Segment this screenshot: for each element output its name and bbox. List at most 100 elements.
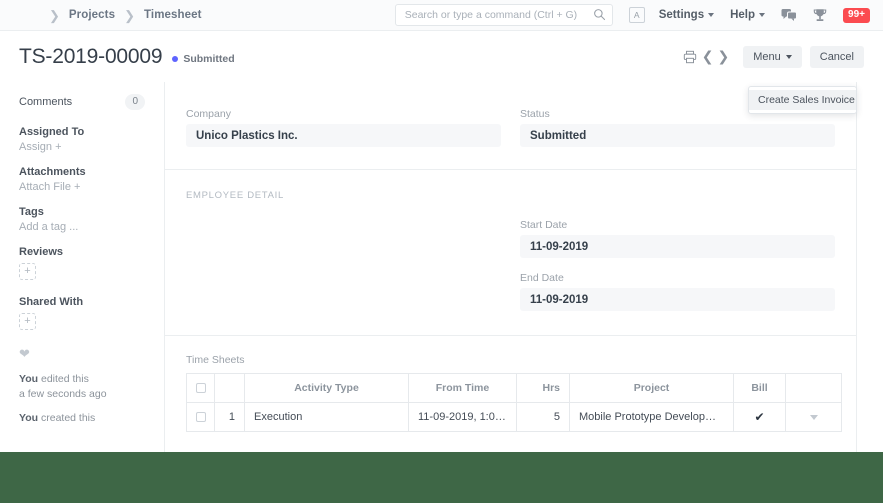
top-navbar: ❯ Projects ❯ Timesheet A Settings Hel	[0, 0, 883, 31]
table-row[interactable]: 1 Execution 11-09-2019, 1:08 p... 5 Mobi…	[186, 402, 842, 432]
employee-left-column	[186, 219, 501, 311]
time-sheets-table: Activity Type From Time Hrs Project Bill	[186, 373, 842, 432]
notification-badge[interactable]: 99+	[843, 7, 870, 23]
sidebar-tags-label: Tags	[19, 206, 44, 218]
search-input[interactable]	[394, 4, 613, 26]
sidebar-section-comments[interactable]: Comments 0	[19, 94, 164, 110]
chevron-down-icon	[759, 13, 766, 17]
row-activity-type[interactable]: Execution	[244, 402, 409, 432]
header-project: Project	[569, 373, 734, 403]
sidebar-assigned-to-label: Assigned To	[19, 126, 85, 138]
activity-text: created this	[38, 412, 96, 425]
add-tag-input[interactable]: Add a tag ...	[19, 221, 164, 233]
row-checkbox-cell[interactable]	[186, 402, 215, 432]
sidebar-attachments-label: Attachments	[19, 166, 86, 178]
prev-document-button[interactable]: ❮	[700, 50, 716, 64]
breadcrumb-item-timesheet[interactable]: Timesheet	[144, 9, 202, 21]
nav-settings-label: Settings	[658, 9, 705, 21]
end-date-label: End Date	[520, 272, 564, 284]
status-label: Submitted	[183, 52, 235, 65]
employee-right-column: Start Date 11-09-2019 End Date 11-09-201…	[520, 219, 835, 311]
menu-item-create-sales-invoice[interactable]: Create Sales Invoice	[749, 90, 856, 110]
checkbox-icon[interactable]	[195, 412, 206, 423]
add-review-button[interactable]: +	[19, 263, 36, 280]
add-shared-user-button[interactable]: +	[19, 313, 36, 330]
sidebar-reviews-label: Reviews	[19, 246, 64, 258]
status-badge: Submitted	[172, 52, 235, 65]
breadcrumb-chevron-icon: ❯	[124, 7, 135, 23]
page-title: TS-2019-00009	[19, 44, 163, 68]
chat-button[interactable]	[781, 8, 798, 22]
sidebar-comments-label: Comments	[19, 96, 73, 108]
company-value[interactable]: Unico Plastics Inc.	[186, 124, 501, 147]
form-main: Company Unico Plastics Inc. Status Submi…	[165, 82, 857, 452]
header-index	[214, 373, 245, 403]
heart-icon[interactable]: ❤	[19, 346, 164, 362]
section-employee-detail: EMPLOYEE DETAIL Start Date 11-09-2019 En…	[165, 170, 856, 336]
field-end-date: End Date 11-09-2019	[520, 272, 835, 311]
activity-time: a few seconds ago	[19, 388, 107, 401]
field-start-date: Start Date 11-09-2019	[520, 219, 835, 258]
search-container	[394, 4, 613, 26]
sidebar-section-shared-with: Shared With +	[19, 296, 164, 330]
header-bill: Bill	[733, 373, 786, 403]
body-area: Comments 0 Assigned To Assign + Attachme…	[0, 82, 883, 452]
printer-icon	[683, 50, 696, 63]
header-hrs: Hrs	[516, 373, 570, 403]
section-time-sheets: Time Sheets Activity Type From Time Hrs …	[165, 336, 856, 448]
sidebar-shared-with-label: Shared With	[19, 296, 84, 308]
chat-icon	[781, 9, 798, 21]
document-sidebar: Comments 0 Assigned To Assign + Attachme…	[0, 82, 165, 452]
title-group: TS-2019-00009 Submitted	[0, 45, 235, 69]
titlebar-actions: ❮ ❯ Menu Cancel	[680, 45, 883, 68]
nav-help[interactable]: Help	[730, 9, 766, 21]
check-icon: ✔	[754, 410, 765, 424]
status-dot-icon	[172, 55, 179, 62]
navbar-right-group: A Settings Help	[394, 4, 883, 26]
chevron-down-icon[interactable]	[809, 415, 818, 420]
menu-dropdown: Create Sales Invoice	[748, 86, 857, 114]
row-project[interactable]: Mobile Prototype Development	[569, 402, 734, 432]
assign-button[interactable]: Assign +	[19, 141, 164, 153]
trophy-button[interactable]	[813, 8, 827, 23]
sidebar-comments-count: 0	[125, 94, 145, 110]
breadcrumb-chevron-icon: ❯	[49, 7, 60, 23]
right-gutter	[857, 82, 883, 452]
nav-help-label: Help	[730, 9, 756, 21]
row-expand-cell[interactable]	[785, 402, 842, 432]
row-hrs[interactable]: 5	[516, 402, 570, 432]
avatar[interactable]: A	[628, 7, 645, 23]
sidebar-section-attachments: Attachments Attach File +	[19, 166, 164, 193]
activity-text: edited this	[38, 373, 89, 385]
end-date-value[interactable]: 11-09-2019	[520, 288, 835, 311]
activity-actor: You	[19, 373, 39, 385]
attach-file-button[interactable]: Attach File +	[19, 181, 164, 193]
document-titlebar: TS-2019-00009 Submitted ❮ ❯ Menu Cancel	[0, 31, 883, 82]
activity-actor: You	[19, 412, 39, 425]
avatar-initial: A	[633, 10, 640, 20]
activity-item-created: You created this	[19, 411, 164, 426]
breadcrumb-item-projects[interactable]: Projects	[69, 9, 115, 21]
breadcrumb: ❯ Projects ❯ Timesheet	[0, 9, 202, 22]
start-date-value[interactable]: 11-09-2019	[520, 235, 835, 258]
cancel-button[interactable]: Cancel	[809, 45, 864, 68]
field-company: Company Unico Plastics Inc.	[186, 108, 501, 147]
row-from-time[interactable]: 11-09-2019, 1:08 p...	[408, 402, 517, 432]
print-button[interactable]	[680, 50, 700, 64]
sidebar-section-assigned-to: Assigned To Assign +	[19, 126, 164, 153]
table-header-row: Activity Type From Time Hrs Project Bill	[186, 373, 842, 403]
header-actions	[785, 373, 842, 403]
menu-button[interactable]: Menu	[743, 45, 802, 68]
row-bill[interactable]: ✔	[733, 402, 786, 432]
sidebar-section-reviews: Reviews +	[19, 246, 164, 280]
chevron-down-icon	[785, 54, 792, 59]
header-select-all[interactable]	[186, 373, 215, 403]
nav-settings[interactable]: Settings	[658, 9, 715, 21]
next-document-button[interactable]: ❯	[715, 50, 731, 64]
header-activity-type: Activity Type	[244, 373, 409, 403]
row-index: 1	[214, 402, 245, 432]
status-field-value[interactable]: Submitted	[520, 124, 835, 147]
start-date-label: Start Date	[520, 219, 568, 231]
sidebar-section-tags: Tags Add a tag ...	[19, 206, 164, 233]
checkbox-icon[interactable]	[195, 383, 206, 394]
